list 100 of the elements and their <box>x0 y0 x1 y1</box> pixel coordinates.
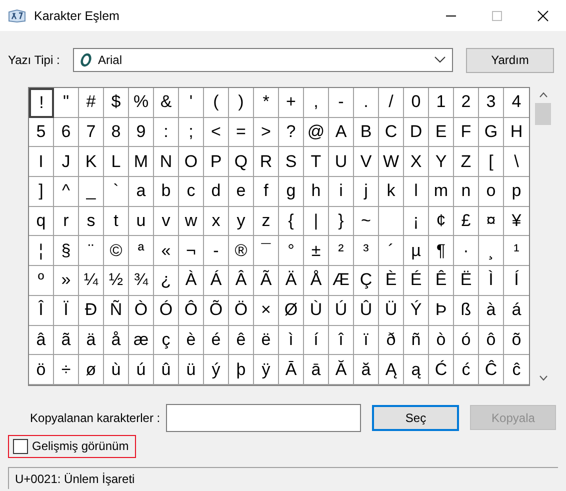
character-cell[interactable]: ¢ <box>429 206 454 236</box>
character-cell[interactable]: Ô <box>179 296 204 326</box>
character-cell[interactable]: # <box>79 88 104 118</box>
character-cell[interactable]: ý <box>204 355 229 385</box>
character-cell[interactable]: Ü <box>379 296 404 326</box>
character-cell[interactable]: ¾ <box>129 266 154 296</box>
help-button[interactable]: Yardım <box>466 48 554 72</box>
character-cell[interactable]: ¹ <box>504 236 529 266</box>
character-cell[interactable]: } <box>329 206 354 236</box>
character-cell[interactable]: _ <box>79 177 104 207</box>
character-cell[interactable]: ¤ <box>479 206 504 236</box>
character-cell[interactable]: ` <box>104 177 129 207</box>
character-cell[interactable]: ¡ <box>404 206 429 236</box>
character-cell[interactable]: N <box>154 147 179 178</box>
character-cell[interactable]: W <box>379 147 404 178</box>
character-cell[interactable]: Ý <box>404 296 429 326</box>
character-cell[interactable]: ¸ <box>479 236 504 266</box>
character-cell[interactable]: ç <box>154 326 179 356</box>
character-cell[interactable]: i <box>329 177 354 207</box>
character-cell[interactable]: ù <box>104 355 129 385</box>
character-cell[interactable]: d <box>204 177 229 207</box>
character-cell[interactable]: § <box>54 236 79 266</box>
character-cell[interactable]: £ <box>454 206 479 236</box>
character-cell[interactable]: á <box>504 296 529 326</box>
character-cell[interactable]: , <box>304 88 329 118</box>
character-cell[interactable]: O <box>179 147 204 178</box>
character-cell[interactable]: P <box>204 147 229 178</box>
character-cell[interactable]: G <box>479 118 504 148</box>
character-cell[interactable]: \ <box>504 147 529 178</box>
character-cell[interactable]: ÷ <box>54 355 79 385</box>
character-cell[interactable]: ² <box>329 236 354 266</box>
character-cell[interactable]: î <box>329 326 354 356</box>
character-cell[interactable]: r <box>54 206 79 236</box>
character-cell[interactable]: 1 <box>429 88 454 118</box>
character-cell[interactable]: É <box>404 266 429 296</box>
character-cell[interactable]: V <box>354 147 379 178</box>
checkbox[interactable] <box>13 438 28 454</box>
character-cell[interactable]: ' <box>179 88 204 118</box>
character-cell[interactable]: Ä <box>279 266 304 296</box>
character-cell[interactable]: Á <box>204 266 229 296</box>
character-cell[interactable]: 0 <box>404 88 429 118</box>
character-cell[interactable]: ó <box>454 326 479 356</box>
character-cell[interactable]: ¯ <box>254 236 279 266</box>
character-cell[interactable]: x <box>204 206 229 236</box>
character-cell[interactable]: . <box>354 88 379 118</box>
character-cell[interactable]: ö <box>29 355 54 385</box>
character-cell[interactable]: Ć <box>429 355 454 385</box>
character-cell[interactable]: ´ <box>379 236 404 266</box>
character-cell[interactable]: Õ <box>204 296 229 326</box>
character-cell[interactable]: ê <box>229 326 254 356</box>
character-cell[interactable]: 8 <box>104 118 129 148</box>
character-cell[interactable]: Å <box>304 266 329 296</box>
character-cell[interactable]: : <box>154 118 179 148</box>
character-cell[interactable]: - <box>204 236 229 266</box>
character-cell[interactable]: ú <box>129 355 154 385</box>
character-cell[interactable]: j <box>354 177 379 207</box>
character-cell[interactable]: & <box>154 88 179 118</box>
character-cell[interactable]: S <box>279 147 304 178</box>
character-cell[interactable]: B <box>354 118 379 148</box>
character-cell[interactable]: à <box>479 296 504 326</box>
character-cell[interactable]: u <box>129 206 154 236</box>
character-cell[interactable]: å <box>104 326 129 356</box>
character-cell[interactable]: ü <box>179 355 204 385</box>
character-cell[interactable]: Ç <box>354 266 379 296</box>
character-cell[interactable]: ÿ <box>254 355 279 385</box>
character-cell[interactable]: J <box>54 147 79 178</box>
character-cell[interactable]: p <box>504 177 529 207</box>
character-cell[interactable]: Ą <box>379 355 404 385</box>
character-cell[interactable]: ª <box>129 236 154 266</box>
character-cell[interactable]: Ë <box>454 266 479 296</box>
character-cell[interactable]: ® <box>229 236 254 266</box>
character-cell[interactable]: Þ <box>429 296 454 326</box>
character-cell[interactable]: º <box>29 266 54 296</box>
character-cell[interactable]: ° <box>279 236 304 266</box>
character-cell[interactable]: { <box>279 206 304 236</box>
character-cell[interactable]: ; <box>179 118 204 148</box>
character-cell[interactable]: C <box>379 118 404 148</box>
character-cell[interactable]: ¥ <box>504 206 529 236</box>
character-cell[interactable]: À <box>179 266 204 296</box>
character-cell[interactable]: í <box>304 326 329 356</box>
character-cell[interactable]: ¦ <box>29 236 54 266</box>
character-cell[interactable]: Æ <box>329 266 354 296</box>
character-cell[interactable]: ) <box>229 88 254 118</box>
character-cell[interactable]: M <box>129 147 154 178</box>
character-cell[interactable]: Ñ <box>104 296 129 326</box>
character-cell[interactable]: Q <box>229 147 254 178</box>
character-cell[interactable]: ì <box>279 326 304 356</box>
character-cell[interactable]: " <box>54 88 79 118</box>
character-cell[interactable]: Ø <box>279 296 304 326</box>
character-cell[interactable]: Ê <box>429 266 454 296</box>
character-cell[interactable]: L <box>104 147 129 178</box>
character-cell[interactable]: ? <box>279 118 304 148</box>
character-cell[interactable]: « <box>154 236 179 266</box>
character-cell[interactable]: Ú <box>329 296 354 326</box>
character-cell[interactable]: ¶ <box>429 236 454 266</box>
character-cell[interactable]: ø <box>79 355 104 385</box>
character-cell[interactable]: è <box>179 326 204 356</box>
character-cell[interactable]: 9 <box>129 118 154 148</box>
character-cell[interactable]: Í <box>504 266 529 296</box>
character-cell[interactable]: · <box>454 236 479 266</box>
